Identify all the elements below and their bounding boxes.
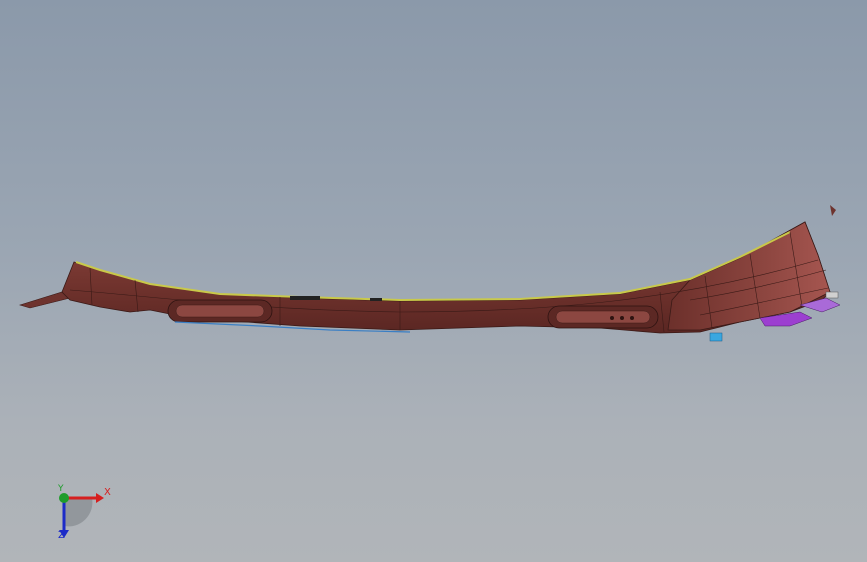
- cowl-panel-model[interactable]: [0, 0, 867, 562]
- y-axis-label: Y: [58, 484, 64, 494]
- left-flange: [18, 291, 71, 309]
- coordinate-triad: [59, 493, 104, 538]
- y-axis-dot: [59, 493, 69, 503]
- x-axis-label: X: [104, 487, 111, 498]
- panel-right-end: [667, 221, 831, 331]
- top-clip-2: [370, 298, 382, 301]
- z-axis-label: Z: [58, 530, 65, 541]
- right-recess: [547, 305, 659, 329]
- graphics-viewport[interactable]: X Y Z: [0, 0, 867, 562]
- triad-shadow: [64, 498, 93, 527]
- left-recess: [167, 299, 273, 323]
- top-clip: [290, 296, 320, 300]
- x-axis-arrowhead: [96, 493, 104, 503]
